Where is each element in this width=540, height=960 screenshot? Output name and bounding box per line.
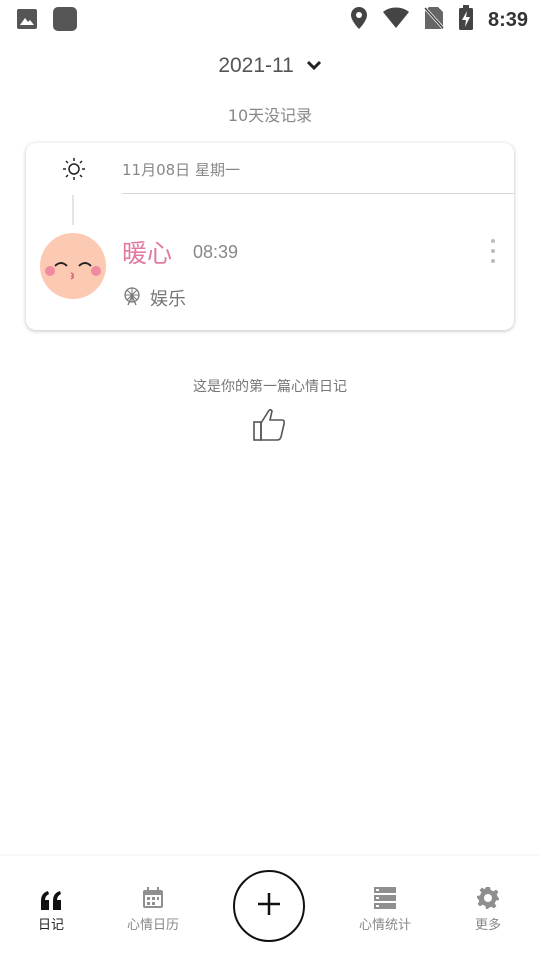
quote-icon bbox=[6, 884, 96, 910]
image-icon bbox=[16, 8, 38, 34]
nav-more[interactable]: 更多 bbox=[443, 884, 533, 933]
gear-icon bbox=[443, 884, 533, 910]
sun-icon bbox=[62, 157, 86, 185]
mood-face-icon bbox=[40, 233, 106, 299]
location-icon bbox=[350, 6, 368, 34]
app-icon bbox=[52, 6, 78, 36]
nav-label: 心情统计 bbox=[358, 918, 411, 933]
status-bar: 8:39 bbox=[0, 0, 540, 36]
timeline-line bbox=[72, 195, 74, 225]
bottom-navigation: 日记 心情日历 心情统计 更多 bbox=[0, 856, 540, 960]
thumbs-up-icon bbox=[252, 406, 288, 446]
stats-icon bbox=[340, 884, 430, 910]
nav-mood-calendar[interactable]: 心情日历 bbox=[108, 884, 198, 933]
activity-label: 娱乐 bbox=[150, 289, 186, 310]
divider bbox=[122, 193, 514, 194]
nav-label: 日记 bbox=[37, 918, 64, 933]
battery-charging-icon bbox=[458, 5, 474, 35]
ferris-wheel-icon bbox=[122, 286, 142, 310]
more-options-icon[interactable] bbox=[488, 239, 498, 263]
no-sim-icon bbox=[423, 6, 445, 34]
calendar-icon bbox=[108, 884, 198, 910]
nav-diary[interactable]: 日记 bbox=[6, 884, 96, 933]
month-label[interactable]: 2021-11 bbox=[218, 54, 294, 77]
wifi-icon bbox=[382, 7, 410, 33]
month-selector[interactable]: 2021-11 bbox=[0, 54, 540, 78]
nav-label: 更多 bbox=[474, 918, 501, 933]
nav-mood-stats[interactable]: 心情统计 bbox=[340, 884, 430, 933]
no-record-notice: 10天没记录 bbox=[227, 106, 313, 125]
mood-label: 暖心 bbox=[122, 239, 173, 268]
entry-time: 08:39 bbox=[193, 242, 239, 262]
first-entry-tip: 这是你的第一篇心情日记 bbox=[193, 379, 347, 395]
nav-label: 心情日历 bbox=[126, 918, 179, 933]
chevron-down-icon[interactable] bbox=[306, 54, 322, 78]
plus-icon bbox=[256, 891, 282, 921]
activity-tag: 娱乐 bbox=[122, 285, 186, 311]
add-entry-button[interactable] bbox=[233, 870, 305, 942]
diary-entry-card[interactable]: 11月08日 星期一 暖心 08:39 娱乐 bbox=[26, 143, 514, 330]
status-time: 8:39 bbox=[487, 8, 528, 31]
entry-date: 11月08日 星期一 bbox=[122, 161, 240, 179]
